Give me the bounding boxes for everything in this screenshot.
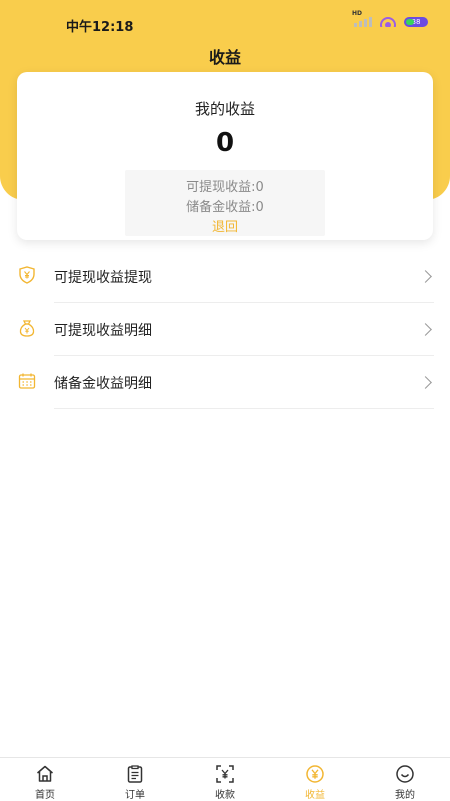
money-bag-icon [19,320,35,337]
tab-label: 收益 [305,790,325,801]
smile-icon [396,765,414,783]
menu-item-reserve-details[interactable]: 储备金收益明细 [0,356,450,409]
wifi-icon [380,16,396,27]
menu-item-label: 储备金收益明细 [54,376,152,392]
calendar-icon [18,373,36,389]
network-badge: HD [352,10,363,17]
tab-label: 首页 [35,790,55,801]
status-icons: HD 88 [352,10,428,27]
tab-earnings[interactable]: 收益 [270,758,360,801]
home-icon [37,765,53,782]
earnings-total: 0 [215,128,235,158]
clipboard-icon [127,765,143,783]
divider [54,408,434,409]
yen-circle-icon [306,765,324,783]
tab-home[interactable]: 首页 [0,758,90,801]
reserve-earnings: 储备金收益:0 [186,200,264,215]
return-link[interactable]: 退回 [125,216,325,235]
shield-yen-icon [19,266,35,284]
menu-item-withdraw[interactable]: 可提现收益提现 [0,250,450,303]
tab-orders[interactable]: 订单 [90,758,180,801]
menu-item-label: 可提现收益明细 [54,323,152,339]
status-time: 中午12:18 [66,20,134,35]
status-bar: 中午12:18 HD 88 [0,0,450,48]
scan-yen-icon [216,765,234,783]
chevron-right-icon [419,270,432,283]
earnings-breakdown: 可提现收益:0 储备金收益:0 退回 [125,170,325,236]
tab-label: 我的 [395,790,415,801]
tab-collect[interactable]: 收款 [180,758,270,801]
bottom-tab-bar: 首页 订单 收款 收益 我的 [0,757,450,801]
menu-item-label: 可提现收益提现 [54,270,152,286]
chevron-right-icon [419,323,432,336]
withdrawable-earnings: 可提现收益:0 [186,180,264,195]
tab-label: 订单 [125,790,145,801]
earnings-card-title: 我的收益 [194,100,255,118]
tab-mine[interactable]: 我的 [360,758,450,801]
signal-icon: HD [352,10,372,27]
tab-label: 收款 [215,790,235,801]
earnings-menu: 可提现收益提现 可提现收益明细 储备金收益明细 [0,250,450,409]
page-title: 收益 [208,48,241,67]
battery-icon: 88 [404,16,428,27]
menu-item-withdrawable-details[interactable]: 可提现收益明细 [0,303,450,356]
earnings-card: 我的收益 0 可提现收益:0 储备金收益:0 退回 [17,72,433,240]
chevron-right-icon [419,376,432,389]
